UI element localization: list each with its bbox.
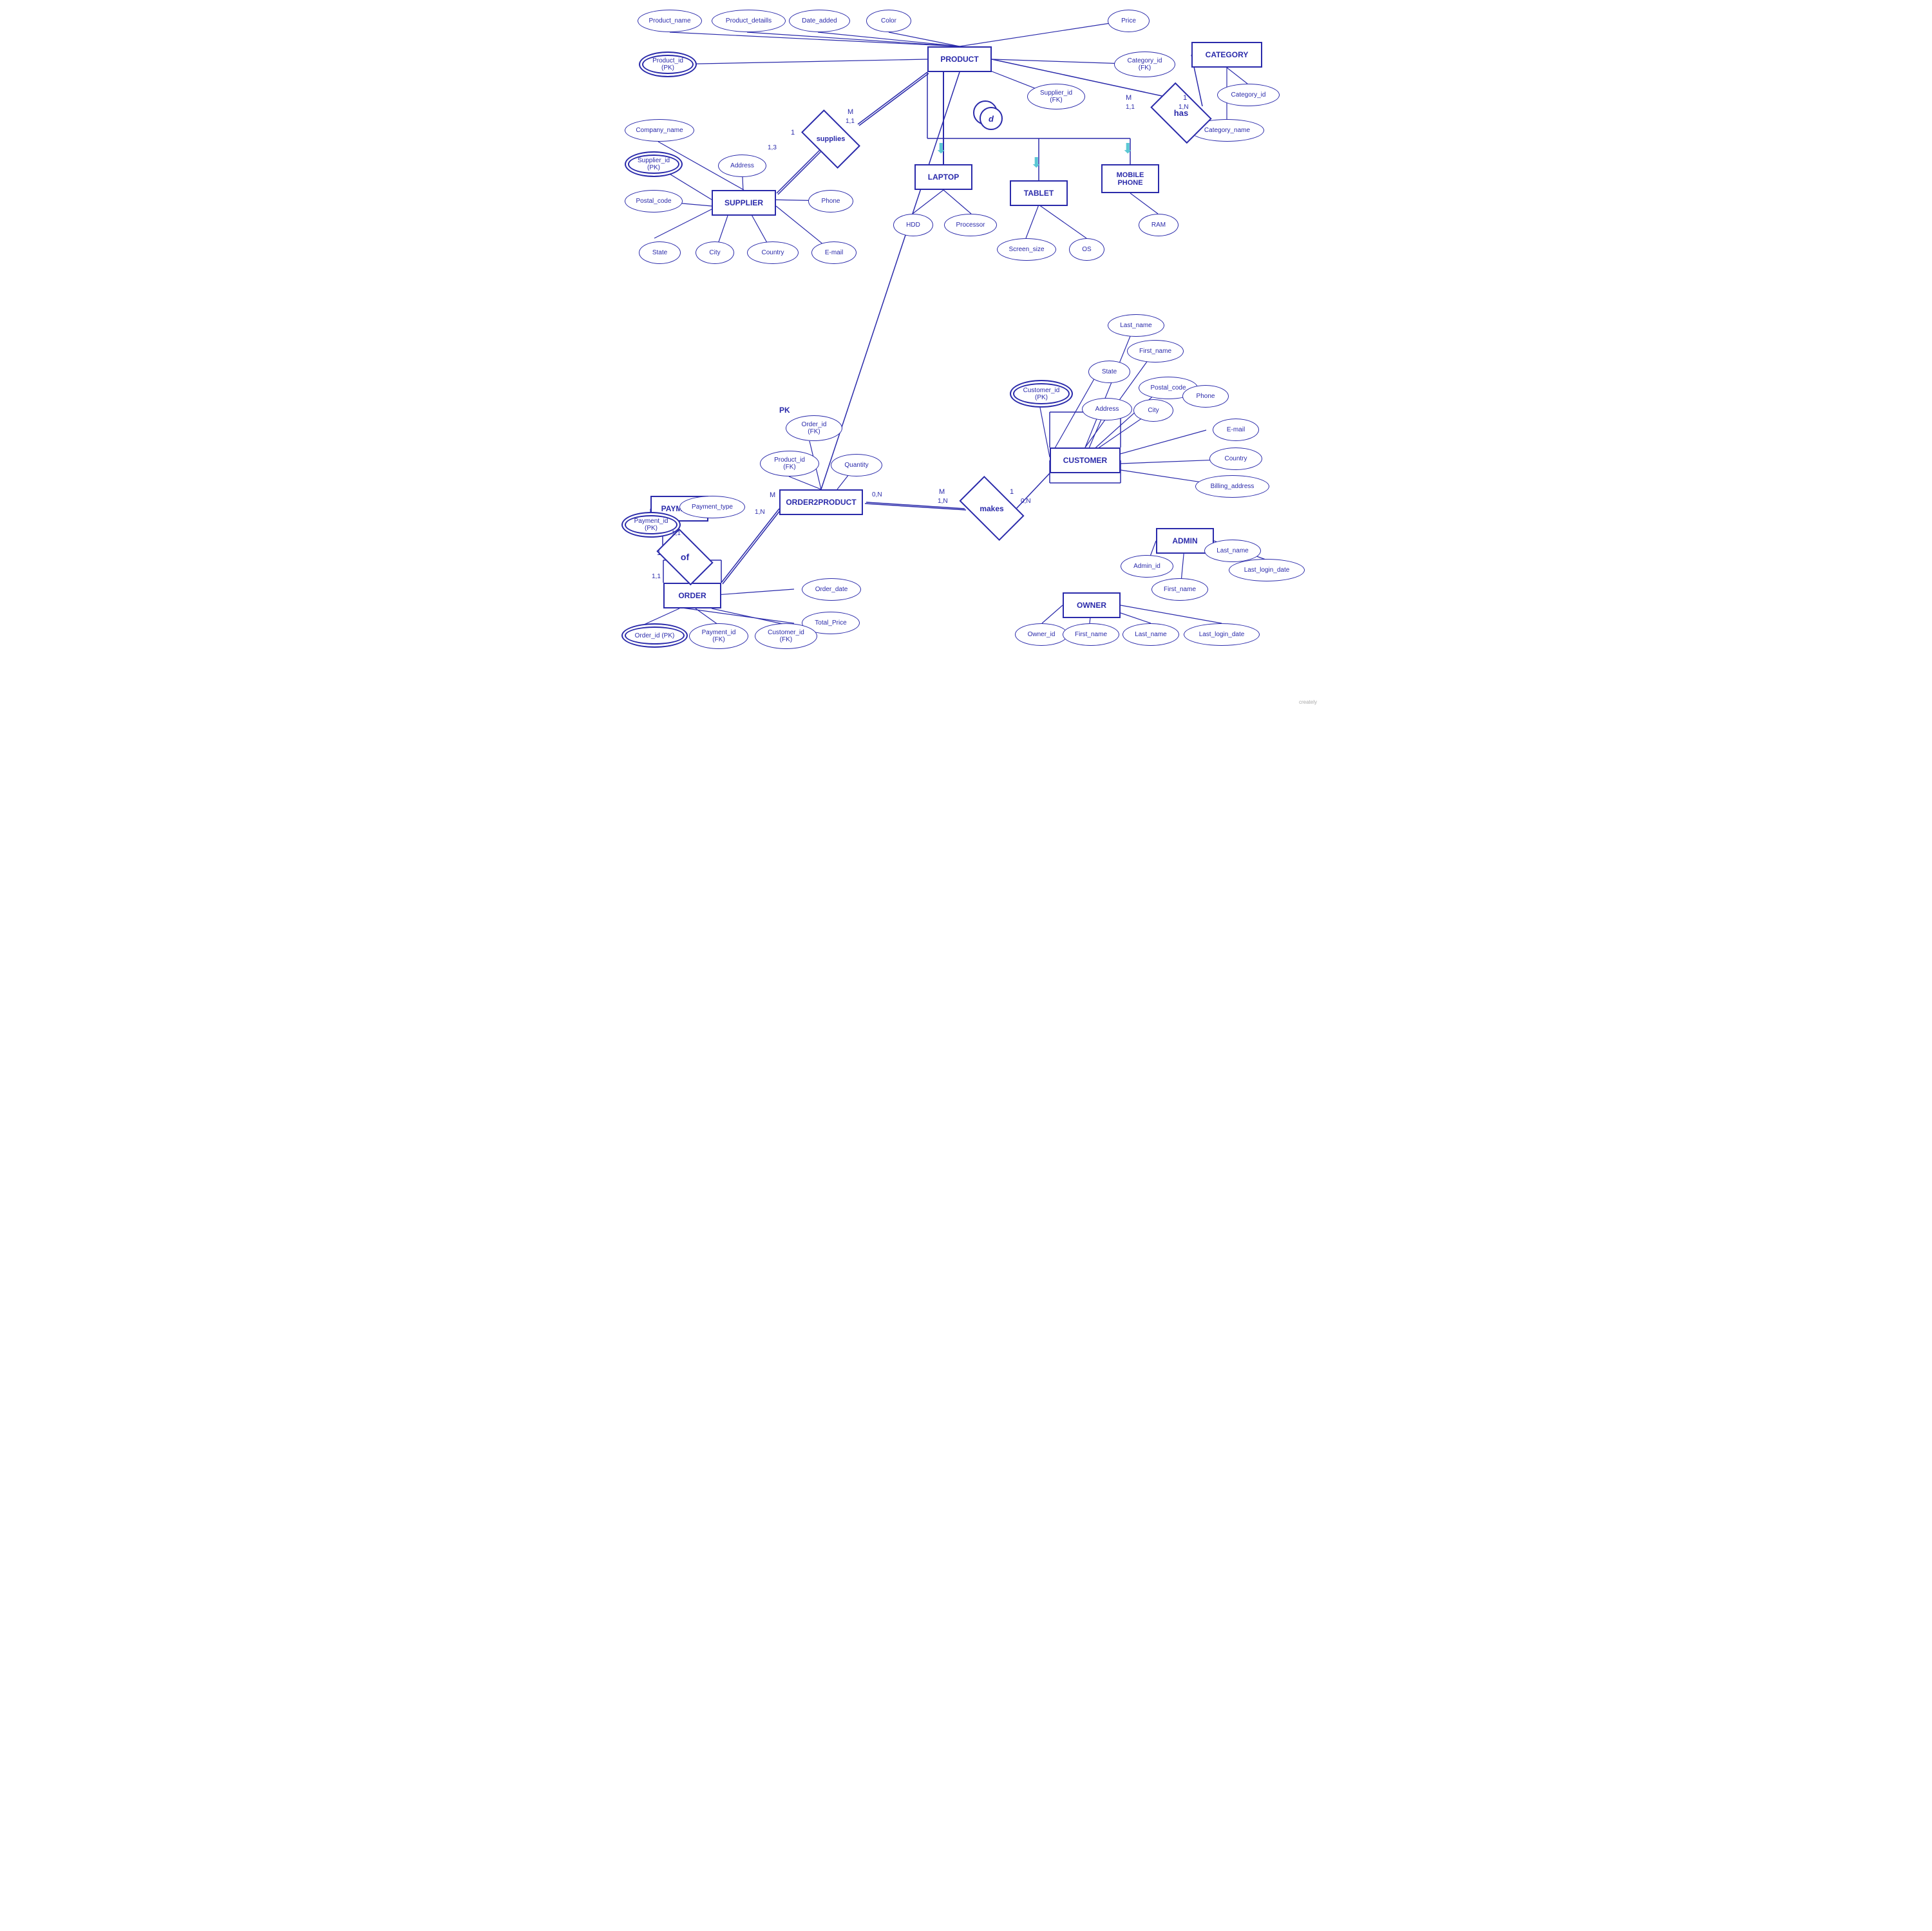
attr-owner-lname: Last_name [1122,623,1179,646]
attr-category-id: Category_id [1217,84,1280,106]
tablet-entity: TABLET [1010,180,1068,206]
attr-address-supplier: Address [718,155,766,177]
attr-last-name-customer: Last_name [1108,314,1164,337]
attr-payment-id-fk: Payment_id(FK) [689,623,748,649]
attr-address-customer: Address [1082,398,1132,420]
attr-country-supplier: Country [747,241,799,264]
attr-color: Color [866,10,911,32]
attr-quantity: Quantity [831,454,882,476]
attr-phone-customer: Phone [1182,385,1229,408]
attr-admin-fname: First_name [1151,578,1208,601]
category-entity: CATEGORY [1191,42,1262,68]
makes-label-m: M [939,488,945,496]
makes-label-1: 1 [1010,488,1014,496]
attr-payment-type: Payment_type [679,496,745,518]
er-diagram-canvas: PRODUCT SUPPLIER LAPTOP TABLET MOBILEPHO… [612,0,1320,708]
attr-order-id-fk: Order_id(FK) [786,415,842,441]
attr-admin-id: Admin_id [1121,555,1173,578]
attr-owner-login: Last_login_date [1184,623,1260,646]
of-label-11a: 1,1 [672,530,681,537]
attr-owner-fname: First_name [1063,623,1119,646]
attr-email-supplier: E-mail [811,241,857,264]
attr-owner-id: Owner_id [1015,623,1068,646]
laptop-entity: LAPTOP [914,164,972,190]
owner-entity: OWNER [1063,592,1121,618]
attr-product-id: Product_id(PK) [639,52,697,77]
relationship-supplies: supplies [802,121,860,156]
attr-phone-supplier: Phone [808,190,853,212]
order-entity: ORDER [663,583,721,608]
attr-postal-supplier: Postal_code [625,190,683,212]
attr-company-name: Company_name [625,119,694,142]
watermark: creately [1299,699,1317,705]
relationship-of: of [661,541,709,573]
attr-state-customer: State [1088,361,1130,383]
relationship-has: has [1155,95,1207,131]
attr-screen-size: Screen_size [997,238,1056,261]
of-label-11b: 1,1 [652,573,661,580]
specialization-circle: d [980,107,1003,130]
supplier-entity: SUPPLIER [712,190,776,216]
mobile-entity: MOBILEPHONE [1101,164,1159,193]
attr-product-details: Product_detaills [712,10,786,32]
spec-arrow-tablet: ⬇ [1030,155,1042,171]
makes-label-1n: 1,N [938,498,948,505]
order-m: M [770,491,775,499]
makes-label-0n: 0,N [1021,498,1031,505]
order-1n: 1,N [755,509,765,516]
supplies-label-13: 1,3 [768,144,777,151]
supplies-label-m: M [848,108,853,116]
attr-admin-login: Last_login_date [1229,559,1305,581]
attr-supplier-id-fk: Supplier_id(FK) [1027,84,1085,109]
relationship-makes: makes [963,491,1020,526]
of-label-1: 1 [657,549,661,557]
attr-product-name: Product_name [638,10,702,32]
supplies-label-11: 1,1 [846,118,855,125]
order-0n: 0,N [872,491,882,498]
attr-city-supplier: City [696,241,734,264]
attr-processor: Processor [944,214,997,236]
has-label-1: 1 [1183,94,1187,102]
attr-hdd: HDD [893,214,933,236]
attr-os: OS [1069,238,1104,261]
order2product-entity: ORDER2PRODUCT [779,489,863,515]
attr-date-added: Date_added [789,10,850,32]
attr-first-name-customer: First_name [1127,340,1184,363]
attr-admin-lname: Last_name [1204,540,1261,562]
attr-ram: RAM [1139,214,1179,236]
supplies-label-1: 1 [791,129,795,137]
attr-state-supplier: State [639,241,681,264]
attr-order-id-pk: Order_id (PK) [621,623,688,648]
attr-country-customer: Country [1209,447,1262,470]
has-label-m: M [1126,94,1132,102]
spec-arrow-mobile: ⬇ [1122,140,1133,157]
has-label-11: 1,1 [1126,104,1135,111]
pk-label: PK [779,406,790,415]
attr-product-id-fk: Product_id(FK) [760,451,819,476]
attr-category-id-fk: Category_id(FK) [1114,52,1175,77]
attr-supplier-id-pk: Supplier_id(PK) [625,151,683,177]
attr-customer-id: Customer_id(PK) [1010,380,1073,408]
customer-entity: CUSTOMER [1050,447,1121,473]
attr-price: Price [1108,10,1150,32]
attr-city-customer: City [1133,399,1173,422]
attr-email-customer: E-mail [1213,419,1259,441]
product-entity: PRODUCT [927,46,992,72]
attr-order-date: Order_date [802,578,861,601]
attr-billing-customer: Billing_address [1195,475,1269,498]
attr-customer-id-fk: Customer_id(FK) [755,623,817,649]
spec-arrow-laptop: ⬇ [935,140,947,157]
